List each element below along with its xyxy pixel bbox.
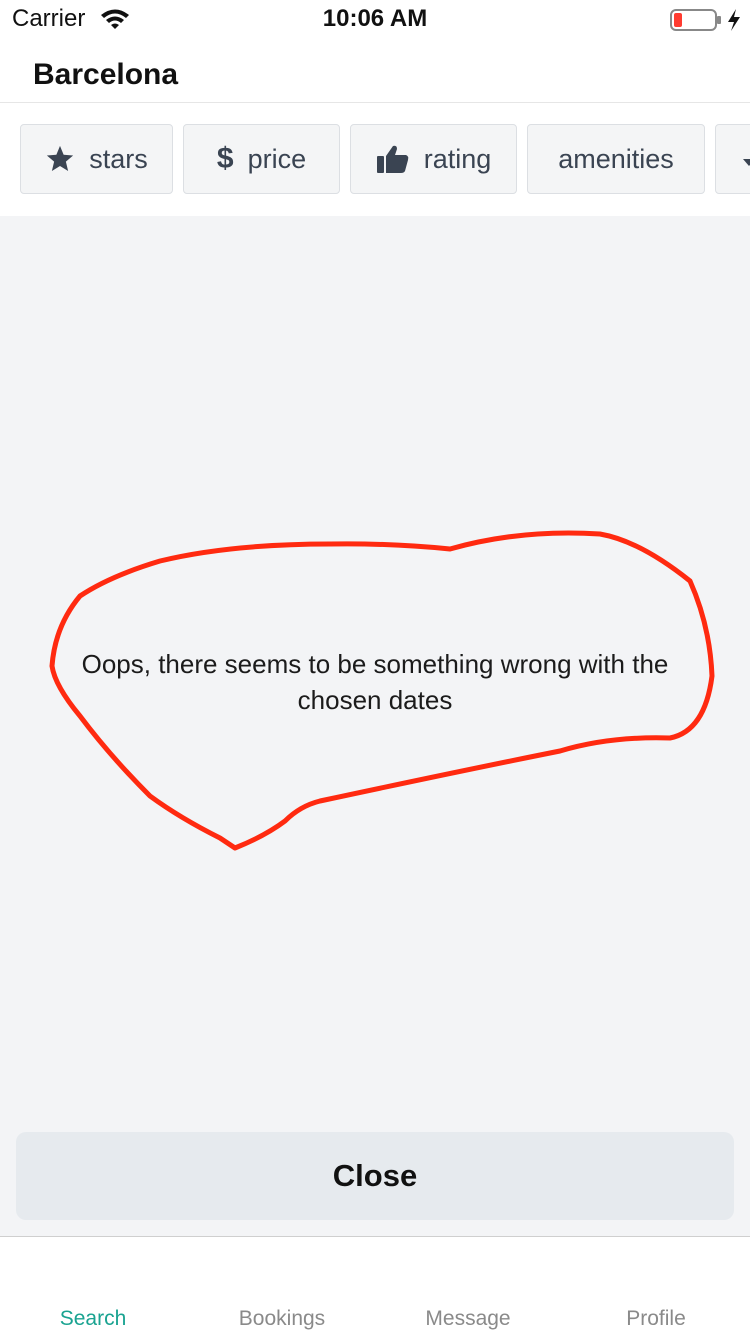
filter-chip-rating[interactable]: rating: [350, 124, 517, 194]
filter-chip-amenities[interactable]: amenities: [527, 124, 705, 194]
filter-bar: stars $ price rating amenities: [0, 103, 750, 215]
tab-message[interactable]: Message: [393, 1307, 543, 1331]
navigation-bar: Barcelona: [0, 44, 750, 103]
charging-icon: [726, 8, 742, 37]
filter-chip-label: price: [247, 143, 307, 174]
tab-profile[interactable]: Profile: [581, 1307, 731, 1331]
filter-chip-price[interactable]: $ price: [183, 124, 340, 194]
status-bar: Carrier 10:06 AM: [0, 0, 750, 44]
filter-chip-more[interactable]: [715, 124, 750, 194]
battery-icon: [670, 8, 722, 37]
chevron-down-icon: [742, 144, 750, 175]
results-area: Oops, there seems to be something wrong …: [0, 216, 750, 1236]
status-time: 10:06 AM: [322, 5, 428, 32]
tab-bookings[interactable]: Bookings: [207, 1307, 357, 1331]
filter-chip-stars[interactable]: stars: [20, 124, 173, 194]
star-icon: [45, 144, 75, 174]
tab-bar: Search Bookings Message Profile: [0, 1236, 750, 1335]
close-button[interactable]: Close: [16, 1132, 734, 1220]
dollar-icon: $: [216, 142, 234, 175]
red-annotation-circle: [49, 530, 715, 851]
filter-chip-label: stars: [89, 143, 148, 174]
filter-chip-label: rating: [423, 143, 492, 174]
thumbs-up-icon: [376, 144, 410, 174]
tab-search[interactable]: Search: [18, 1307, 168, 1331]
filter-chip-label: amenities: [558, 143, 674, 174]
page-title: Barcelona: [33, 58, 179, 91]
